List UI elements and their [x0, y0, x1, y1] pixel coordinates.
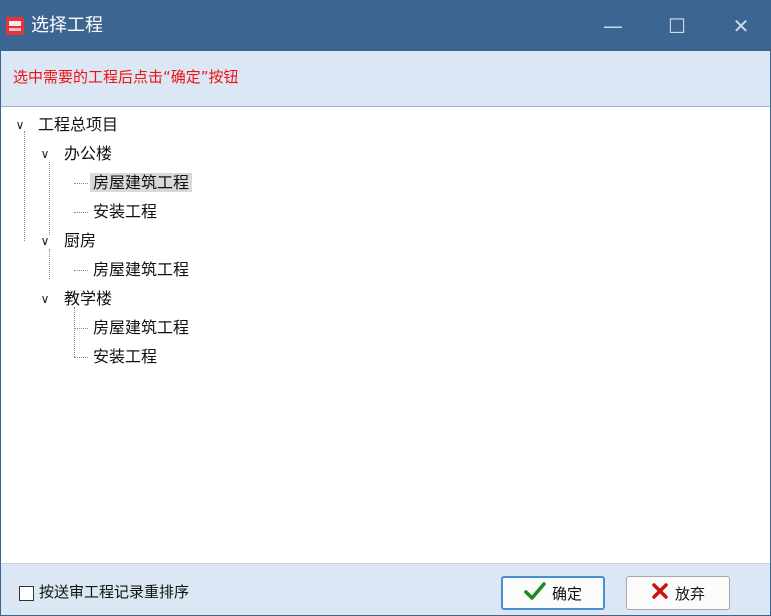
- checkmark-icon: [524, 582, 546, 604]
- tree-root[interactable]: 工程总项目: [38, 113, 118, 137]
- tree-connector: [74, 357, 88, 358]
- tree-node-label: 工程总项目: [38, 115, 119, 134]
- tree-connector: [49, 249, 50, 279]
- tree-item-selected[interactable]: 房屋建筑工程: [90, 171, 193, 195]
- close-icon: ✕: [732, 14, 750, 38]
- tree-node-label: 办公楼: [64, 144, 113, 163]
- window-title: 选择工程: [31, 15, 103, 36]
- tree-node-label: 安装工程: [93, 347, 158, 366]
- tree-group-teaching[interactable]: 教学楼: [64, 287, 112, 311]
- tree-connector: [49, 162, 50, 235]
- chevron-down-icon[interactable]: ∨: [14, 113, 26, 137]
- tree-node-label: 房屋建筑工程: [93, 260, 190, 279]
- cross-icon: [651, 582, 669, 604]
- tree-connector: [74, 270, 88, 271]
- project-tree[interactable]: ∨ 工程总项目 ∨ 办公楼 房屋建筑工程 安装工程 ∨ 厨房 房屋建筑工程 ∨ …: [1, 107, 770, 564]
- tree-node-label: 房屋建筑工程: [90, 173, 193, 192]
- tree-connector: [74, 183, 88, 184]
- chevron-down-icon[interactable]: ∨: [39, 142, 51, 166]
- tree-group-office[interactable]: 办公楼: [64, 142, 112, 166]
- instruction-bar: 选中需要的工程后点击“确定”按钮: [1, 51, 770, 107]
- tree-node-label: 房屋建筑工程: [93, 318, 190, 337]
- ok-button-label: 确定: [551, 584, 582, 603]
- reorder-checkbox[interactable]: [19, 586, 34, 601]
- cancel-button-label: 放弃: [674, 584, 705, 603]
- tree-connector: [74, 307, 75, 357]
- app-logo-icon: [6, 17, 24, 35]
- tree-group-kitchen[interactable]: 厨房: [64, 229, 96, 253]
- tree-node-label: 安装工程: [93, 202, 158, 221]
- tree-item[interactable]: 安装工程: [93, 345, 157, 369]
- chevron-down-icon[interactable]: ∨: [39, 229, 51, 253]
- instruction-text: 选中需要的工程后点击“确定”按钮: [13, 68, 239, 86]
- dialog-footer: 按送审工程记录重排序 确定 放弃: [1, 564, 770, 615]
- minimize-icon: —: [603, 14, 623, 38]
- cancel-button[interactable]: 放弃: [626, 576, 730, 610]
- tree-item[interactable]: 房屋建筑工程: [93, 258, 189, 282]
- ok-button[interactable]: 确定: [501, 576, 605, 610]
- select-project-dialog: 选择工程 — ☐ ✕ 选中需要的工程后点击“确定”按钮 ∨ 工程总项目 ∨ 办公…: [0, 0, 771, 616]
- tree-node-label: 厨房: [64, 231, 97, 250]
- tree-node-label: 教学楼: [64, 289, 113, 308]
- tree-item[interactable]: 安装工程: [93, 200, 157, 224]
- tree-connector: [74, 328, 88, 329]
- minimize-button[interactable]: —: [581, 1, 645, 51]
- maximize-icon: ☐: [668, 14, 686, 38]
- close-button[interactable]: ✕: [709, 1, 771, 51]
- tree-connector: [74, 212, 88, 213]
- tree-connector: [24, 131, 25, 241]
- tree-item[interactable]: 房屋建筑工程: [93, 316, 189, 340]
- maximize-button[interactable]: ☐: [645, 1, 709, 51]
- reorder-checkbox-label[interactable]: 按送审工程记录重排序: [39, 582, 189, 602]
- title-bar[interactable]: 选择工程 — ☐ ✕: [1, 1, 770, 51]
- chevron-down-icon[interactable]: ∨: [39, 287, 51, 311]
